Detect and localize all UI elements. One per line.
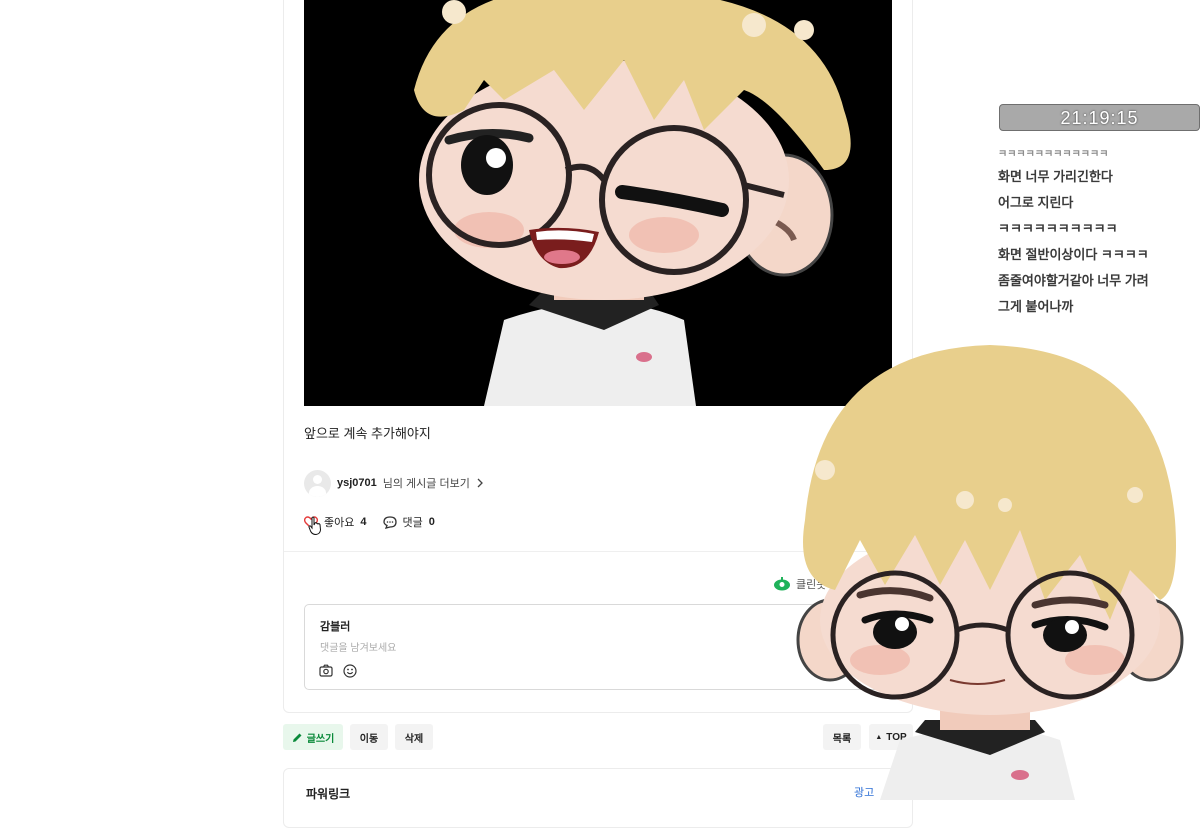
avatar[interactable]: [304, 469, 331, 497]
comment-input[interactable]: 댓글을 남겨보세요: [320, 639, 396, 654]
comment-count: 0: [428, 516, 435, 528]
chat-overlay: ㅋㅋㅋㅋㅋㅋㅋㅋㅋㅋㅋㅋ 화면 너무 가리긴한다 어그로 지린다 ㅋㅋㅋㅋㅋㅋㅋ…: [998, 146, 1198, 320]
like-count: 4: [360, 516, 367, 528]
chat-message: 화면 절반이상이다 ㅋㅋㅋㅋ: [998, 247, 1149, 262]
move-label: 이동: [359, 733, 379, 745]
chat-message: 어그로 지린다: [998, 195, 1074, 210]
streamer-avatar-image: [796, 345, 1184, 800]
hand-cursor-icon: [308, 516, 322, 536]
author-name[interactable]: ysj0701: [337, 477, 377, 489]
streamer-avatar-overlay: [790, 340, 1200, 800]
cleanbot-icon: [774, 577, 790, 591]
chat-message: 화면 너무 가리긴한다: [998, 169, 1113, 184]
chat-message: ㅋㅋㅋㅋㅋㅋㅋㅋㅋㅋ: [998, 221, 1118, 236]
post-actions: 좋아요 4 댓글 0: [304, 514, 445, 530]
emoji-icon[interactable]: [343, 664, 357, 678]
delete-button[interactable]: 삭제: [395, 724, 433, 750]
author-more-link[interactable]: 님의 게시글 더보기: [383, 475, 470, 491]
powerlink-title: 파워링크: [306, 787, 351, 801]
post-text: 앞으로 계속 추가해야지: [304, 426, 431, 441]
chevron-right-icon: [477, 478, 483, 488]
comment-username: 감블러: [320, 621, 351, 633]
write-label: 글쓰기: [306, 733, 335, 745]
chat-message: 그게 붙어나까: [998, 299, 1074, 314]
move-button[interactable]: 이동: [350, 724, 388, 750]
author-row[interactable]: ysj0701 님의 게시글 더보기: [304, 469, 484, 497]
stream-clock: 21:19:15: [999, 104, 1200, 131]
comment-tools: [319, 664, 357, 678]
like-label[interactable]: 좋아요: [324, 514, 354, 530]
comment-icon[interactable]: [382, 515, 397, 529]
chat-message: 좀줄여야할거같아 너무 가려: [998, 273, 1149, 288]
chat-message: ㅋㅋㅋㅋㅋㅋㅋㅋㅋㅋㅋㅋ: [998, 149, 1109, 160]
camera-icon[interactable]: [319, 664, 333, 677]
comment-label[interactable]: 댓글: [403, 514, 423, 530]
write-button[interactable]: 글쓰기: [283, 724, 343, 750]
pencil-icon: [292, 733, 302, 742]
delete-label: 삭제: [404, 733, 424, 745]
